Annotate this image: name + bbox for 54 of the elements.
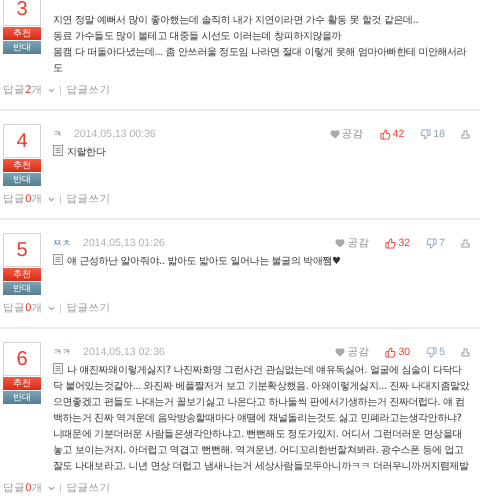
oppose-button[interactable]: 반대 bbox=[3, 173, 41, 186]
write-reply-link[interactable]: 답글쓰기 bbox=[66, 192, 111, 206]
like-button[interactable]: 30 bbox=[385, 346, 410, 358]
recommend-button[interactable]: 추천 bbox=[3, 268, 41, 281]
memo-icon bbox=[53, 145, 63, 156]
like-button[interactable]: 32 bbox=[385, 237, 410, 249]
thumbs-up-icon bbox=[380, 128, 391, 140]
comment-text: 얘 근성하난 알아줘야.. 밟아도 밟아도 일어나는 불굴의 박애쨈♥ bbox=[53, 254, 470, 270]
heart-icon bbox=[335, 347, 346, 357]
comment-date: 2014,05,13 02:36 bbox=[83, 346, 165, 358]
thumbs-down-icon bbox=[426, 346, 438, 358]
recommend-button[interactable]: 추천 bbox=[3, 159, 41, 172]
heart-icon bbox=[335, 238, 346, 248]
dislike-button[interactable]: 5 bbox=[426, 346, 445, 358]
empathy-button[interactable]: 공감 bbox=[330, 127, 364, 141]
memo-icon bbox=[53, 254, 63, 265]
thumbs-up-icon bbox=[385, 238, 396, 248]
like-button[interactable]: 42 bbox=[380, 128, 404, 140]
empathy-button[interactable]: 공감 bbox=[335, 236, 370, 250]
stamp-icon[interactable] bbox=[461, 238, 470, 248]
dislike-button[interactable]: 18 bbox=[420, 128, 445, 140]
recommend-button[interactable]: 추천 bbox=[3, 27, 41, 40]
replies-toggle[interactable]: 답글0개 bbox=[3, 192, 56, 206]
write-reply-link[interactable]: 답글쓰기 bbox=[66, 481, 111, 495]
memo-icon bbox=[53, 363, 63, 374]
recommend-button[interactable]: 추천 bbox=[3, 377, 41, 390]
oppose-button[interactable]: 반대 bbox=[3, 41, 41, 54]
thumbs-up-icon bbox=[385, 346, 396, 358]
rank-number: 6 bbox=[3, 342, 41, 376]
author-name: ㅋ bbox=[53, 128, 62, 140]
empathy-button[interactable]: 공감 bbox=[335, 345, 370, 359]
comment-text: 지연 정말 예뻐서 많이 좋아했는데 솔직히 내가 지연이라면 가수 활동 못 할것 같은데.. 동료 가수들도 많이 볼테고 대중들 시선도 이러는데 창피하지않을까 몸캠 다 떠돌아다녔는데... 좀 안쓰러울 정도임 나라면 절대 이렇게 못해 엄마아빠한테 미안해서라도 bbox=[53, 14, 468, 76]
rank-number: 5 bbox=[3, 233, 41, 267]
comment-date: 2014,05,13 01:26 bbox=[83, 237, 165, 249]
thumbs-down-icon bbox=[420, 128, 432, 140]
replies-toggle[interactable]: 답글2개 bbox=[3, 83, 56, 97]
comment-date: 2014,05,13 00:36 bbox=[74, 128, 156, 140]
thumbs-down-icon bbox=[426, 238, 438, 248]
oppose-button[interactable]: 반대 bbox=[3, 282, 41, 295]
rank-number: 4 bbox=[3, 124, 41, 158]
replies-toggle[interactable]: 답글0개 bbox=[3, 301, 56, 315]
oppose-button[interactable]: 반대 bbox=[3, 391, 41, 404]
author-name: ㅉㅊ bbox=[53, 238, 71, 250]
dislike-button[interactable]: 7 bbox=[426, 237, 445, 249]
write-reply-link[interactable]: 답글쓰기 bbox=[66, 301, 111, 315]
write-reply-link[interactable]: 답글쓰기 bbox=[66, 83, 111, 97]
stamp-icon[interactable] bbox=[461, 348, 470, 356]
stamp-icon[interactable] bbox=[461, 130, 470, 138]
heart-icon bbox=[330, 129, 340, 139]
rank-number: 3 bbox=[3, 0, 41, 26]
comment-text: 나 얘진짜왜이렇게싫지? 나진짜화영 그런사건 관심없는데 얘유독싫어. 얼굴에 심술이 다닥다닥 붙어있는것같아... 와진짜 베플짤저거 보고 기분확상했음. 아왜이렇게싫지... 진짜 나대지좀말았으면좋겠고 편들도 나대는거 꼴보기싫고 나온다고 하나둘씩 판에서기생하는거 진짜더럽다. 얘 컴백하는거 진짜 역겨운데 음악방송할때마다 얘땜에 채널돌리는것도 싫고 민폐라고는생각안하냐? 니때문에 기분더러운 사람들은생각안하냐고. 뻔뻔해도 정도가있지. 어디서 그런더러운 면상을대놓고 보이는거지. 아더럽고 역겹고 뻔뻔해. 역겨운년. 어디꼬리한번잘쳐봐라. 광수스폰 등에 업고 잘도 나대보라고. 니년 면상 더럽고 냄새나는거 세상사람들모두아니까ㅋㅋ 더러우니까꺼지렴제발 bbox=[53, 363, 470, 474]
replies-toggle[interactable]: 답글0개 bbox=[3, 481, 56, 495]
author-name: ㅋㅋ bbox=[53, 346, 71, 358]
comment-text: 지랄한다 bbox=[53, 145, 470, 161]
